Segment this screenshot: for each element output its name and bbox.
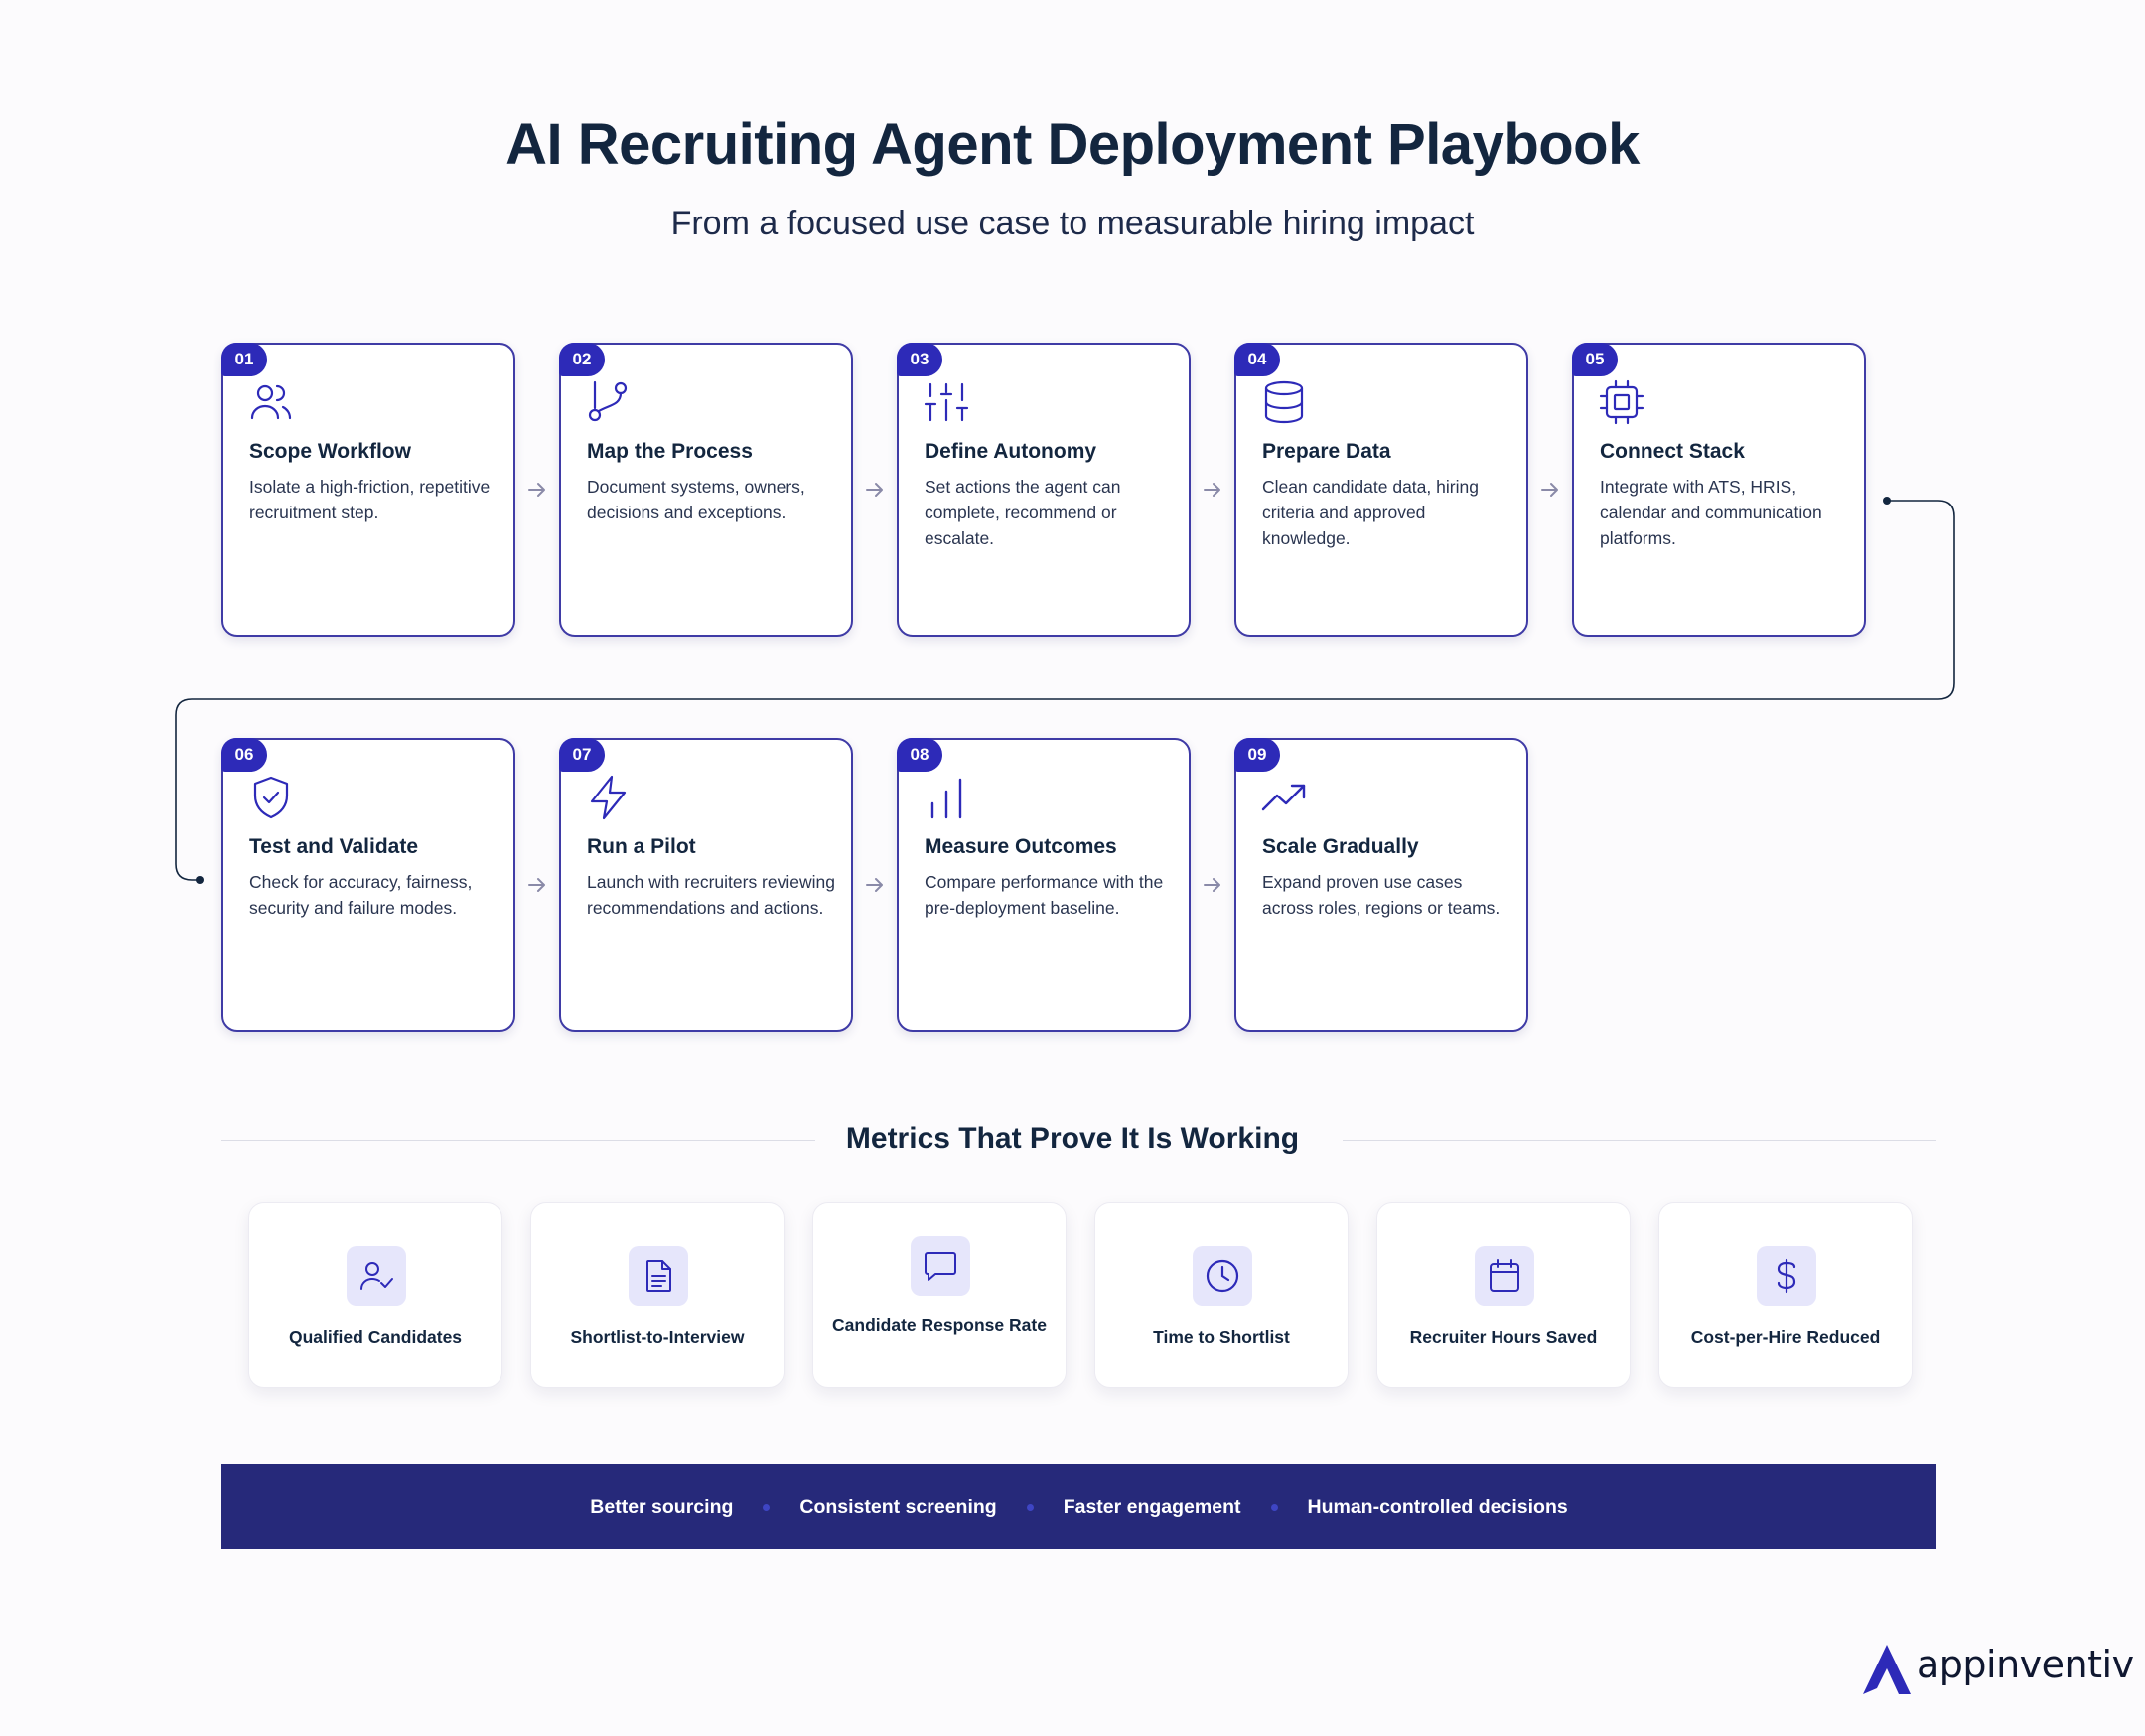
- step-card-prepare-data: 04 Prepare Data Clean candidate data, hi…: [1234, 343, 1528, 637]
- metric-label: Candidate Response Rate: [832, 1315, 1047, 1335]
- step-card-scale-gradually: 09 Scale Gradually Expand proven use cas…: [1234, 738, 1528, 1032]
- document-icon: [629, 1246, 688, 1306]
- metric-card-shortlist-to-interview: Shortlist-to-Interview: [530, 1202, 785, 1388]
- users-icon: [247, 378, 295, 426]
- step-card-map-the-process: 02 Map the Process Document systems, own…: [559, 343, 853, 637]
- metric-label: Cost-per-Hire Reduced: [1690, 1327, 1881, 1347]
- cpu-chip-icon: [1598, 378, 1645, 426]
- step-title: Define Autonomy: [925, 440, 1097, 463]
- metrics-heading: Metrics That Prove It Is Working: [845, 1122, 1300, 1155]
- arrow-right-icon: [528, 483, 545, 497]
- step-title: Test and Validate: [249, 835, 418, 858]
- step-description: Clean candidate data, hiring criteria an…: [1262, 477, 1479, 548]
- benefits-banner: Better sourcing Consistent screening Fas…: [221, 1464, 1936, 1549]
- git-branch-icon: [585, 378, 633, 426]
- step-card-measure-outcomes: 08 Measure Outcomes Compare performance …: [897, 738, 1191, 1032]
- step-number-badge: 03: [897, 343, 942, 376]
- step-title: Run a Pilot: [587, 835, 696, 858]
- calendar-icon: [1475, 1246, 1534, 1306]
- step-description: Isolate a high-friction, repetitive recr…: [249, 477, 491, 522]
- brand-name: appinventiv: [1917, 1643, 2134, 1686]
- step-description: Launch with recruiters reviewing recomme…: [587, 872, 835, 918]
- step-title: Scope Workflow: [249, 440, 411, 463]
- metric-card-recruiter-hours-saved: Recruiter Hours Saved: [1376, 1202, 1631, 1388]
- trending-up-icon: [1260, 774, 1308, 821]
- metric-label: Qualified Candidates: [288, 1327, 463, 1347]
- step-card-scope-workflow: 01 Scope Workflow Isolate a high-frictio…: [221, 343, 515, 637]
- bar-chart-icon: [923, 774, 970, 821]
- step-card-run-a-pilot: 07 Run a Pilot Launch with recruiters re…: [559, 738, 853, 1032]
- step-number-badge: 05: [1572, 343, 1618, 376]
- step-title: Prepare Data: [1262, 440, 1391, 463]
- separator-dot: [1026, 1503, 1034, 1511]
- arrow-right-icon: [1541, 483, 1558, 497]
- arrow-right-icon: [866, 483, 883, 497]
- step-description: Document systems, owners, decisions and …: [587, 477, 805, 522]
- sliders-icon: [923, 378, 970, 426]
- metric-card-candidate-response-rate: Candidate Response Rate: [812, 1202, 1067, 1388]
- step-card-test-and-validate: 06 Test and Validate Check for accuracy,…: [221, 738, 515, 1032]
- step-number-badge: 02: [559, 343, 605, 376]
- step-number-badge: 08: [897, 738, 942, 772]
- page-title: AI Recruiting Agent Deployment Playbook: [505, 112, 1640, 177]
- metric-card-qualified-candidates: Qualified Candidates: [248, 1202, 502, 1388]
- brand-logo: appinventiv: [1859, 1639, 2134, 1698]
- separator-dot: [1270, 1503, 1278, 1511]
- chat-bubble-icon: [911, 1236, 970, 1296]
- metric-card-time-to-shortlist: Time to Shortlist: [1094, 1202, 1349, 1388]
- logo-mark-icon: [1863, 1645, 1911, 1694]
- banner-item: Better sourcing: [590, 1495, 734, 1518]
- step-card-connect-stack: 05 Connect Stack Integrate with ATS, HRI…: [1572, 343, 1866, 637]
- step-description: Check for accuracy, fairness, security a…: [249, 872, 473, 918]
- step-number-badge: 07: [559, 738, 605, 772]
- arrow-right-icon: [528, 878, 545, 892]
- metric-label: Time to Shortlist: [1153, 1327, 1290, 1347]
- step-description: Compare performance with the pre-deploym…: [925, 872, 1164, 918]
- shield-check-icon: [247, 774, 295, 821]
- separator-dot: [763, 1503, 771, 1511]
- step-number-badge: 09: [1234, 738, 1280, 772]
- step-number-badge: 04: [1234, 343, 1280, 376]
- user-check-icon: [347, 1246, 406, 1306]
- arrow-right-icon: [1204, 483, 1220, 497]
- clock-icon: [1193, 1246, 1252, 1306]
- arrow-right-icon: [1204, 878, 1220, 892]
- step-title: Connect Stack: [1600, 440, 1745, 463]
- lightning-icon: [585, 774, 633, 821]
- step-description: Expand proven use cases across roles, re…: [1262, 872, 1501, 918]
- step-card-define-autonomy: 03 Define Autonomy Set actions the agent…: [897, 343, 1191, 637]
- database-icon: [1260, 378, 1308, 426]
- arrow-right-icon: [866, 878, 883, 892]
- page-subtitle: From a focused use case to measurable hi…: [670, 205, 1475, 242]
- metric-card-cost-per-hire-reduced: Cost-per-Hire Reduced: [1658, 1202, 1913, 1388]
- banner-item: Faster engagement: [1063, 1495, 1241, 1518]
- metric-label: Recruiter Hours Saved: [1409, 1327, 1598, 1347]
- step-number-badge: 01: [221, 343, 267, 376]
- step-title: Scale Gradually: [1262, 835, 1419, 858]
- dollar-icon: [1757, 1246, 1816, 1306]
- step-title: Map the Process: [587, 440, 753, 463]
- step-description: Integrate with ATS, HRIS, calendar and c…: [1600, 477, 1822, 548]
- metric-label: Shortlist-to-Interview: [570, 1327, 745, 1347]
- step-description: Set actions the agent can complete, reco…: [925, 477, 1121, 548]
- step-number-badge: 06: [221, 738, 267, 772]
- step-title: Measure Outcomes: [925, 835, 1117, 858]
- banner-item: Consistent screening: [799, 1495, 997, 1518]
- banner-item: Human-controlled decisions: [1307, 1495, 1568, 1518]
